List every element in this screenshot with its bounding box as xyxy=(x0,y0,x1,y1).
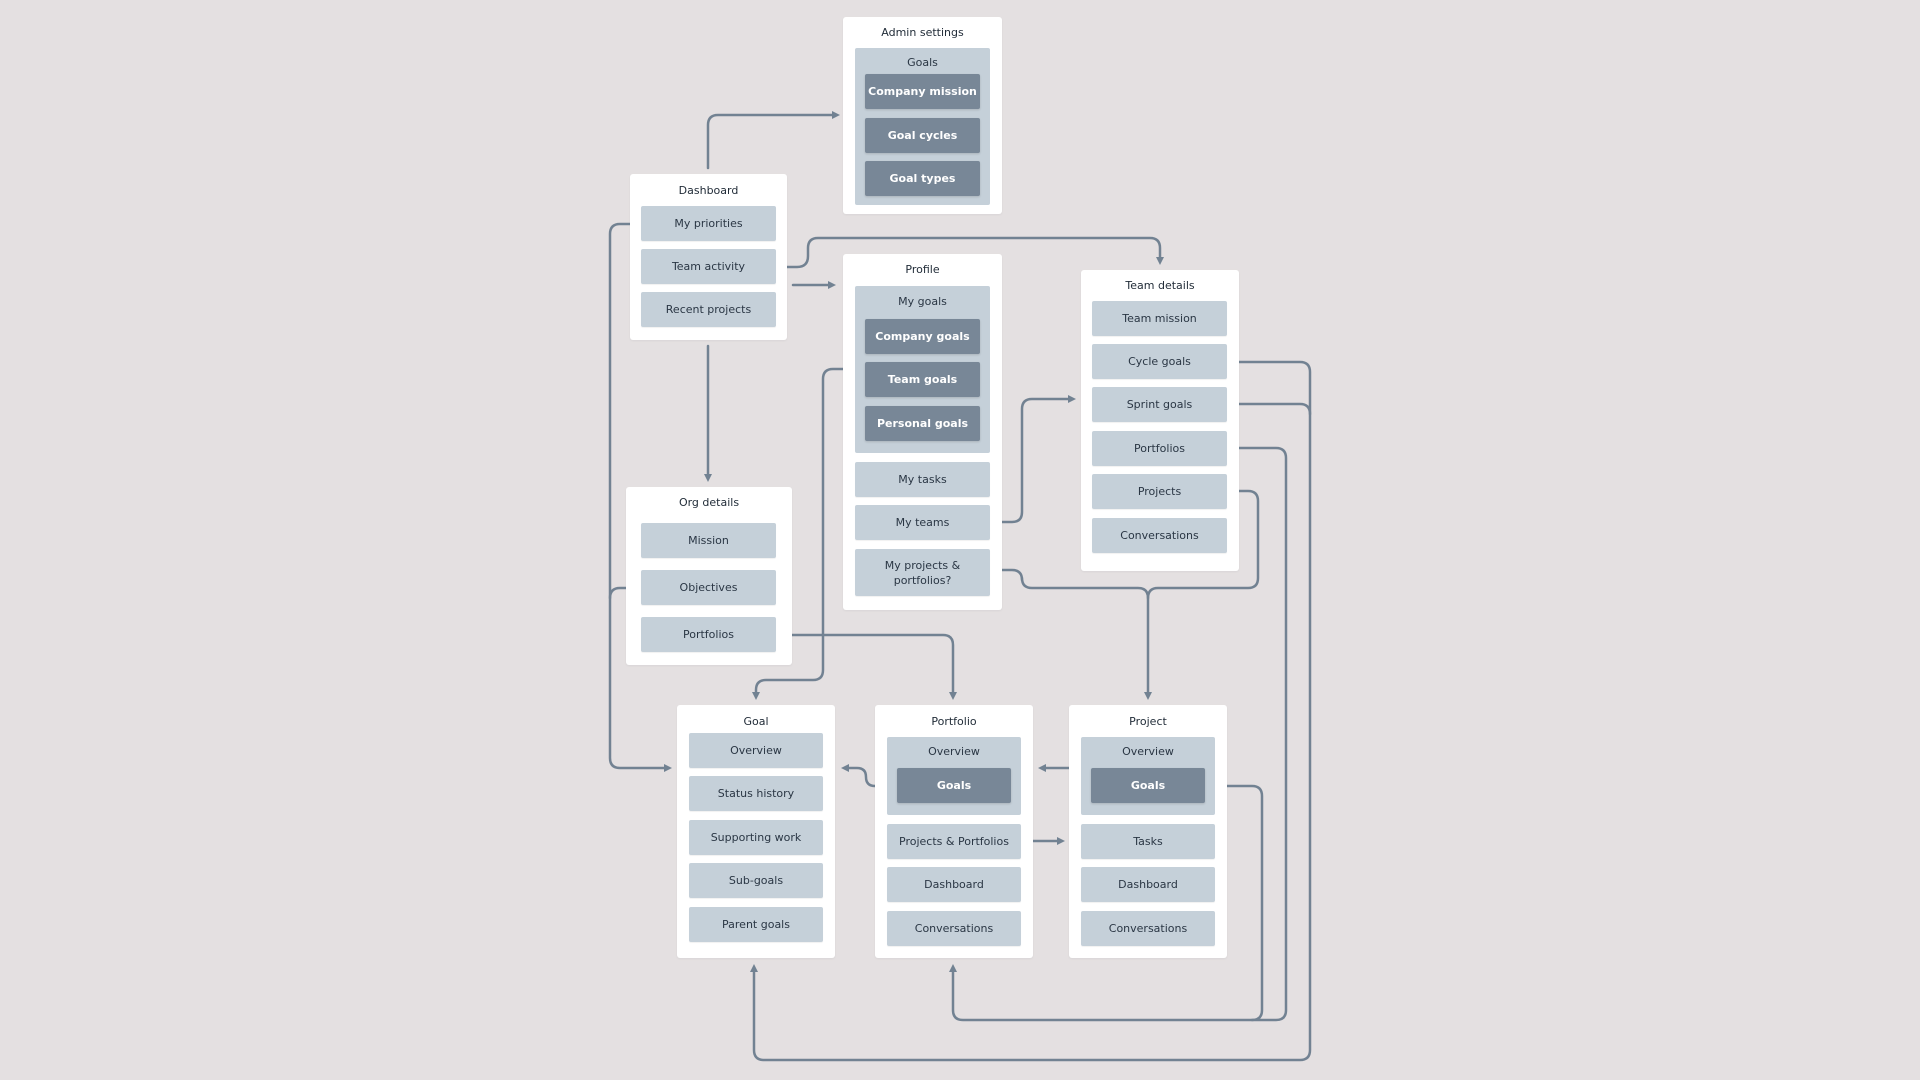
status-history-item[interactable]: Status history xyxy=(689,776,823,811)
org-portfolios-item[interactable]: Portfolios xyxy=(641,617,776,652)
my-goals-group: My goals Company goals Team goals Person… xyxy=(855,286,990,453)
portfolio-card: Portfolio Overview Goals Projects & Port… xyxy=(875,705,1033,958)
team-conversations-item[interactable]: Conversations xyxy=(1092,518,1227,553)
parent-goals-item[interactable]: Parent goals xyxy=(689,907,823,942)
goal-overview-item[interactable]: Overview xyxy=(689,733,823,768)
project-card: Project Overview Goals Tasks Dashboard C… xyxy=(1069,705,1227,958)
tasks-item[interactable]: Tasks xyxy=(1081,824,1215,859)
project-overview-title: Overview xyxy=(1122,745,1174,758)
team-activity-item[interactable]: Team activity xyxy=(641,249,776,284)
my-projects-portfolios-item[interactable]: My projects & portfolios? xyxy=(855,549,990,596)
arrowhead xyxy=(1068,395,1076,403)
sprint-goals-item[interactable]: Sprint goals xyxy=(1092,387,1227,422)
projects-portfolios-item[interactable]: Projects & Portfolios xyxy=(887,824,1021,859)
connector-org-portfolios-to-portfolio xyxy=(779,633,955,694)
profile-title: Profile xyxy=(905,263,940,276)
arrowhead xyxy=(1144,692,1152,700)
portfolio-overview-group[interactable]: Overview Goals xyxy=(887,737,1021,815)
team-portfolios-item[interactable]: Portfolios xyxy=(1092,431,1227,466)
connector-sprint-goals-to-goal xyxy=(1231,402,1312,416)
profile-card: Profile My goals Company goals Team goal… xyxy=(843,254,1002,610)
arrowhead xyxy=(664,764,672,772)
team-details-card: Team details Team mission Cycle goals Sp… xyxy=(1081,270,1239,571)
portfolio-overview-title: Overview xyxy=(928,745,980,758)
arrowhead xyxy=(1038,764,1046,772)
project-goals-item[interactable]: Goals xyxy=(1091,768,1205,803)
my-teams-item[interactable]: My teams xyxy=(855,505,990,540)
arrowhead xyxy=(704,474,712,482)
project-overview-group[interactable]: Overview Goals xyxy=(1081,737,1215,815)
team-details-title: Team details xyxy=(1125,279,1195,292)
goal-title: Goal xyxy=(743,715,769,728)
connector-my-teams-to-team-details xyxy=(993,397,1070,524)
my-tasks-item[interactable]: My tasks xyxy=(855,462,990,497)
my-goals-title: My goals xyxy=(898,295,947,308)
personal-goals-item[interactable]: Personal goals xyxy=(865,406,980,441)
portfolio-conversations-item[interactable]: Conversations xyxy=(887,911,1021,946)
arrowhead xyxy=(828,281,836,289)
org-details-title: Org details xyxy=(678,496,740,509)
portfolio-goals-item[interactable]: Goals xyxy=(897,768,1011,803)
goal-card: Goal Overview Status history Supporting … xyxy=(677,705,835,958)
recent-projects-item[interactable]: Recent projects xyxy=(641,292,776,327)
dashboard-title: Dashboard xyxy=(678,184,739,197)
admin-settings-title: Admin settings xyxy=(881,26,964,39)
arrowhead xyxy=(949,964,957,972)
admin-goals-group: Goals Company mission Goal cycles Goal t… xyxy=(855,48,990,205)
arrowhead xyxy=(832,111,840,119)
team-goals-item[interactable]: Team goals xyxy=(865,362,980,397)
objectives-item[interactable]: Objectives xyxy=(641,570,776,605)
admin-settings-card: Admin settings Goals Company mission Goa… xyxy=(843,17,1002,214)
project-title: Project xyxy=(1129,715,1167,728)
mission-item[interactable]: Mission xyxy=(641,523,776,558)
arrowhead xyxy=(1156,257,1164,265)
arrowhead xyxy=(1057,837,1065,845)
arrowhead xyxy=(750,964,758,972)
dashboard-card: Dashboard My priorities Team activity Re… xyxy=(630,174,787,340)
admin-goals-title: Goals xyxy=(907,56,938,69)
cycle-goals-item[interactable]: Cycle goals xyxy=(1092,344,1227,379)
project-conversations-item[interactable]: Conversations xyxy=(1081,911,1215,946)
team-mission-item[interactable]: Team mission xyxy=(1092,301,1227,336)
portfolio-title: Portfolio xyxy=(931,715,977,728)
connector-dashboard-to-admin xyxy=(706,113,836,170)
org-details-card: Org details Mission Objectives Portfolio… xyxy=(626,487,792,665)
goal-types-item[interactable]: Goal types xyxy=(865,161,980,196)
supporting-work-item[interactable]: Supporting work xyxy=(689,820,823,855)
arrowhead xyxy=(752,692,760,700)
arrowhead xyxy=(949,692,957,700)
arrowhead xyxy=(841,764,849,772)
company-mission-item[interactable]: Company mission xyxy=(865,74,980,109)
project-dashboard-item[interactable]: Dashboard xyxy=(1081,867,1215,902)
company-goals-item[interactable]: Company goals xyxy=(865,319,980,354)
sub-goals-item[interactable]: Sub-goals xyxy=(689,863,823,898)
team-projects-item[interactable]: Projects xyxy=(1092,474,1227,509)
portfolio-dashboard-item[interactable]: Dashboard xyxy=(887,867,1021,902)
connector-my-projects-to-project xyxy=(993,568,1150,694)
my-priorities-item[interactable]: My priorities xyxy=(641,206,776,241)
goal-cycles-item[interactable]: Goal cycles xyxy=(865,118,980,153)
